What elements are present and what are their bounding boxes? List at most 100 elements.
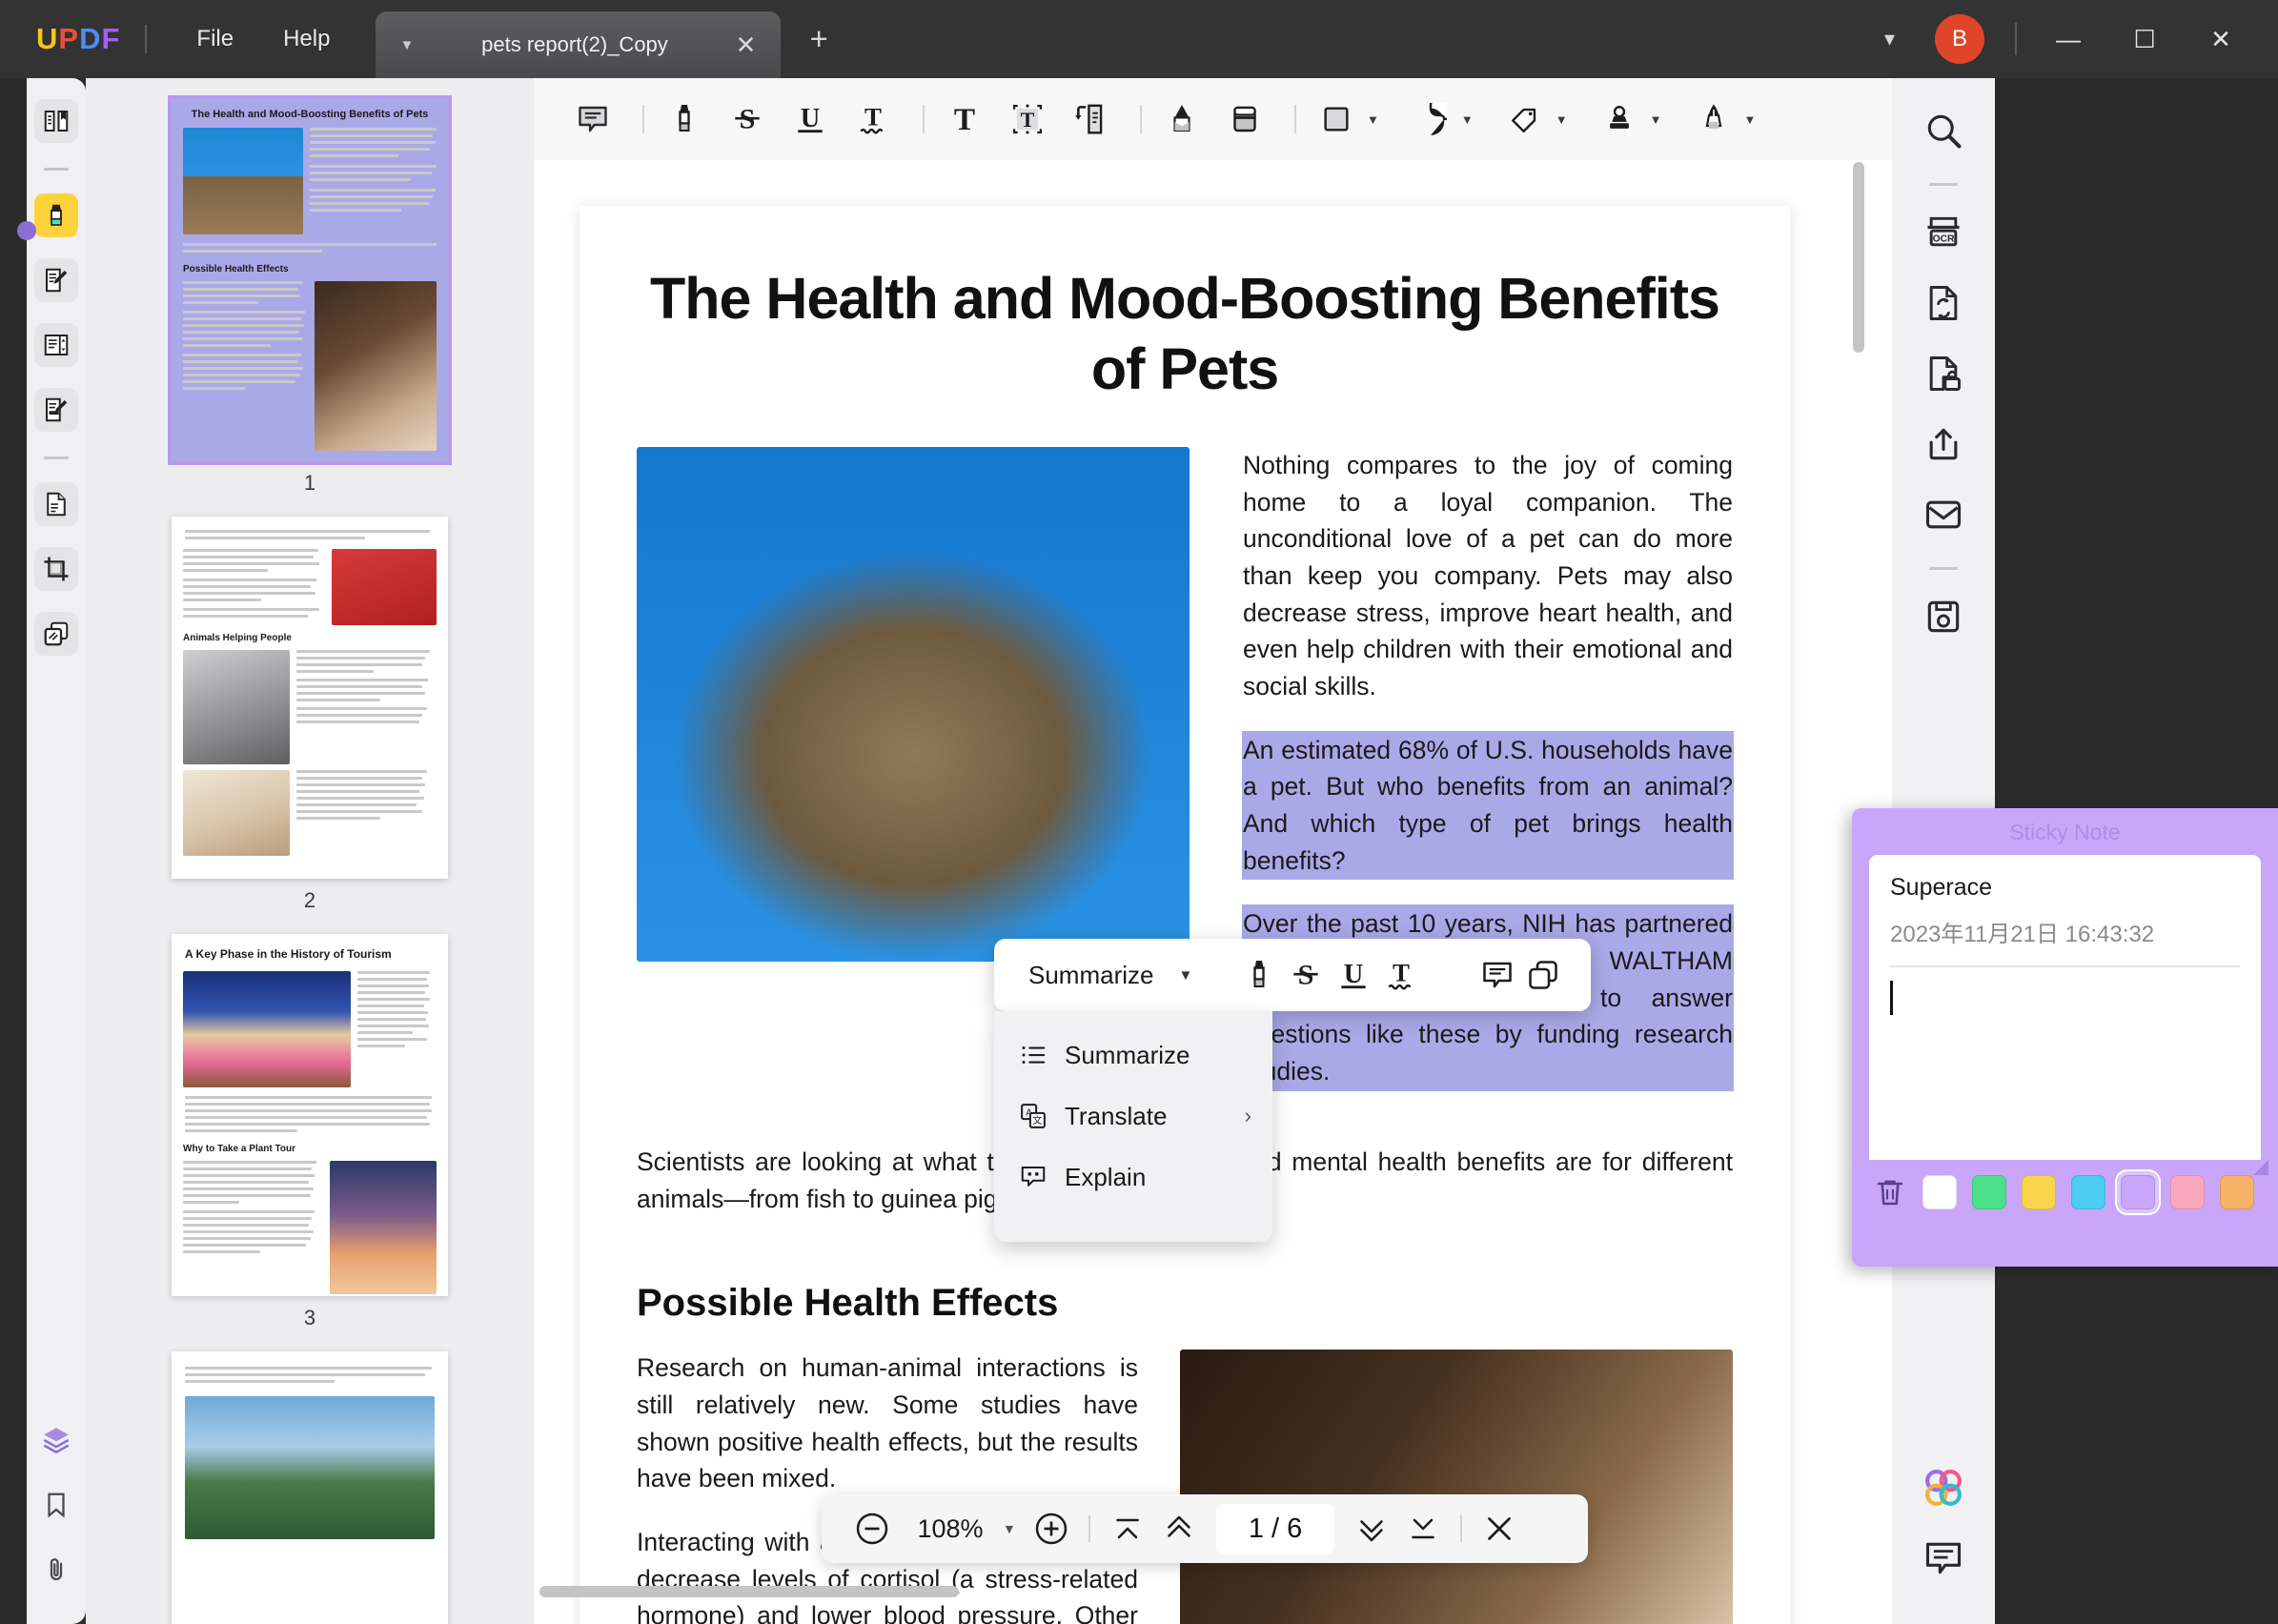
color-swatch-orange[interactable] <box>2220 1175 2254 1209</box>
caret-down-icon[interactable]: ▼ <box>1178 967 1192 984</box>
delete-note-button[interactable] <box>1873 1175 1907 1209</box>
page-indicator[interactable]: 1 / 6 <box>1215 1503 1335 1554</box>
ai-menu-item-translate[interactable]: A 文 Translate › <box>994 1086 1272 1147</box>
zoom-level[interactable]: 108% <box>898 1514 1003 1544</box>
thumbnail-item[interactable]: The Health and Mood-Boosting Benefits of… <box>168 95 452 496</box>
text-tool[interactable]: T <box>938 92 991 146</box>
color-swatch-pink[interactable] <box>2170 1175 2205 1209</box>
thumbnail-item[interactable]: Animals Helping People 2 <box>172 517 448 913</box>
ai-comment-button[interactable] <box>1480 951 1515 999</box>
ai-squiggly-button[interactable]: T <box>1383 951 1419 999</box>
close-nav-button[interactable] <box>1474 1503 1525 1554</box>
signature-tool[interactable]: ▼ <box>1687 92 1757 146</box>
eraser-tool[interactable] <box>1218 92 1271 146</box>
comments-panel-button[interactable] <box>1916 1531 1971 1586</box>
sidebar-item-crop[interactable] <box>34 547 78 591</box>
ai-action-label[interactable]: Summarize <box>1028 961 1153 990</box>
horizontal-scrollbar[interactable] <box>539 1586 959 1597</box>
vertical-scrollbar[interactable] <box>1853 162 1864 353</box>
sticky-note-text-input[interactable] <box>1890 981 1893 1015</box>
sidebar-item-highlighter[interactable] <box>34 193 78 237</box>
color-swatch-cyan[interactable] <box>2071 1175 2105 1209</box>
color-swatch-purple[interactable] <box>2121 1175 2155 1209</box>
search-button[interactable] <box>1916 103 1971 158</box>
sidebar-item-reader-mode[interactable] <box>34 99 78 143</box>
avatar[interactable]: B <box>1935 14 1984 64</box>
save-button[interactable] <box>1916 589 1971 644</box>
sticker-tool[interactable]: ▼ <box>1404 92 1474 146</box>
close-icon[interactable]: ✕ <box>736 30 757 60</box>
thumbnail-item[interactable]: A Key Phase in the History of Tourism Wh… <box>172 934 448 1330</box>
strikethrough-tool[interactable]: S <box>721 92 774 146</box>
squiggly-tool[interactable]: T <box>846 92 900 146</box>
caret-down-icon[interactable]: ▼ <box>1556 112 1568 127</box>
maximize-button[interactable]: ☐ <box>2106 25 2183 54</box>
ai-dropdown-menu[interactable]: Summarize A 文 Translate › Explain <box>994 1011 1272 1242</box>
pencil-tool[interactable] <box>1155 92 1209 146</box>
menu-file[interactable]: File <box>172 18 258 60</box>
underline-tool[interactable]: U <box>783 92 837 146</box>
ai-highlight-button[interactable] <box>1242 951 1276 999</box>
color-swatch-green[interactable] <box>1972 1175 2006 1209</box>
next-page-button[interactable] <box>1346 1503 1397 1554</box>
pdf-page-1[interactable]: The Health and Mood-Boosting Benefits of… <box>580 206 1790 1624</box>
thumbnail-page-1[interactable]: The Health and Mood-Boosting Benefits of… <box>168 95 452 465</box>
sticky-note-panel[interactable]: Sticky Note Superace 2023年11月21日 16:43:3… <box>1852 808 2278 1267</box>
thumbnail-page-3[interactable]: A Key Phase in the History of Tourism Wh… <box>172 934 448 1296</box>
document-canvas[interactable]: The Health and Mood-Boosting Benefits of… <box>534 160 1892 1624</box>
zoom-out-button[interactable] <box>846 1503 898 1554</box>
resize-handle[interactable] <box>2253 1160 2268 1175</box>
sidebar-item-layers[interactable] <box>34 1418 78 1462</box>
ai-menu-item-summarize[interactable]: Summarize <box>994 1025 1272 1086</box>
thumbnail-page-4[interactable] <box>172 1351 448 1624</box>
sticky-note-body[interactable]: Superace 2023年11月21日 16:43:32 <box>1869 855 2261 1160</box>
ai-underline-button[interactable]: U <box>1335 951 1372 999</box>
sidebar-item-page-organize[interactable] <box>34 323 78 367</box>
thumbnail-item[interactable]: 4 <box>172 1351 448 1624</box>
page-navigation-bar[interactable]: 108% ▼ 1 / 6 <box>822 1494 1588 1563</box>
text-box-tool[interactable]: T <box>1001 92 1054 146</box>
minimize-button[interactable]: — <box>2030 25 2106 54</box>
thumbnail-panel[interactable]: The Health and Mood-Boosting Benefits of… <box>86 78 534 1624</box>
document-paragraph-2-selected[interactable]: An estimated 68% of U.S. households have… <box>1243 731 1733 880</box>
sidebar-item-convert[interactable] <box>34 482 78 526</box>
convert-button[interactable] <box>1916 275 1971 331</box>
caret-down-icon[interactable]: ▼ <box>1003 1521 1016 1536</box>
caret-down-icon[interactable]: ▼ <box>1744 112 1757 127</box>
sidebar-item-edit-pdf[interactable] <box>34 258 78 302</box>
highlight-tool[interactable] <box>658 92 711 146</box>
stamp-tool[interactable]: ▼ <box>1593 92 1662 146</box>
zoom-in-button[interactable] <box>1026 1503 1077 1554</box>
ocr-button[interactable]: OCR <box>1916 205 1971 260</box>
callout-tool[interactable] <box>1064 92 1117 146</box>
ai-floating-toolbar[interactable]: Summarize ▼ S U T <box>994 939 1591 1011</box>
stamp-tag-tool[interactable]: ▼ <box>1498 92 1568 146</box>
sidebar-item-attachments[interactable] <box>34 1548 78 1592</box>
sidebar-item-batch[interactable] <box>34 612 78 656</box>
email-button[interactable] <box>1916 487 1971 542</box>
ai-menu-item-explain[interactable]: Explain <box>994 1147 1272 1208</box>
chevron-down-icon[interactable]: ▾ <box>1861 17 1918 61</box>
caret-down-icon[interactable]: ▼ <box>1461 112 1474 127</box>
color-swatch-white[interactable] <box>1922 1175 1957 1209</box>
sidebar-item-bookmarks[interactable] <box>34 1483 78 1527</box>
previous-page-button[interactable] <box>1153 1503 1205 1554</box>
plus-icon[interactable]: + <box>809 21 827 57</box>
share-button[interactable] <box>1916 416 1971 472</box>
first-page-button[interactable] <box>1102 1503 1153 1554</box>
document-image-cat[interactable] <box>637 446 1190 962</box>
last-page-button[interactable] <box>1397 1503 1449 1554</box>
ai-strikethrough-button[interactable]: S <box>1288 951 1324 999</box>
comment-tool[interactable] <box>566 92 620 146</box>
tab-dropdown-icon[interactable]: ▼ <box>399 37 414 53</box>
color-swatch-yellow[interactable] <box>2022 1175 2056 1209</box>
protect-button[interactable] <box>1916 346 1971 401</box>
ai-copy-button[interactable] <box>1526 951 1560 999</box>
ai-assistant-button[interactable] <box>1916 1460 1971 1515</box>
document-image-dog[interactable] <box>1180 1350 1733 1624</box>
caret-down-icon[interactable]: ▼ <box>1367 112 1379 127</box>
caret-down-icon[interactable]: ▼ <box>1650 112 1662 127</box>
sidebar-item-annotate[interactable] <box>34 388 78 432</box>
menu-help[interactable]: Help <box>258 18 355 60</box>
thumbnail-page-2[interactable]: Animals Helping People <box>172 517 448 879</box>
